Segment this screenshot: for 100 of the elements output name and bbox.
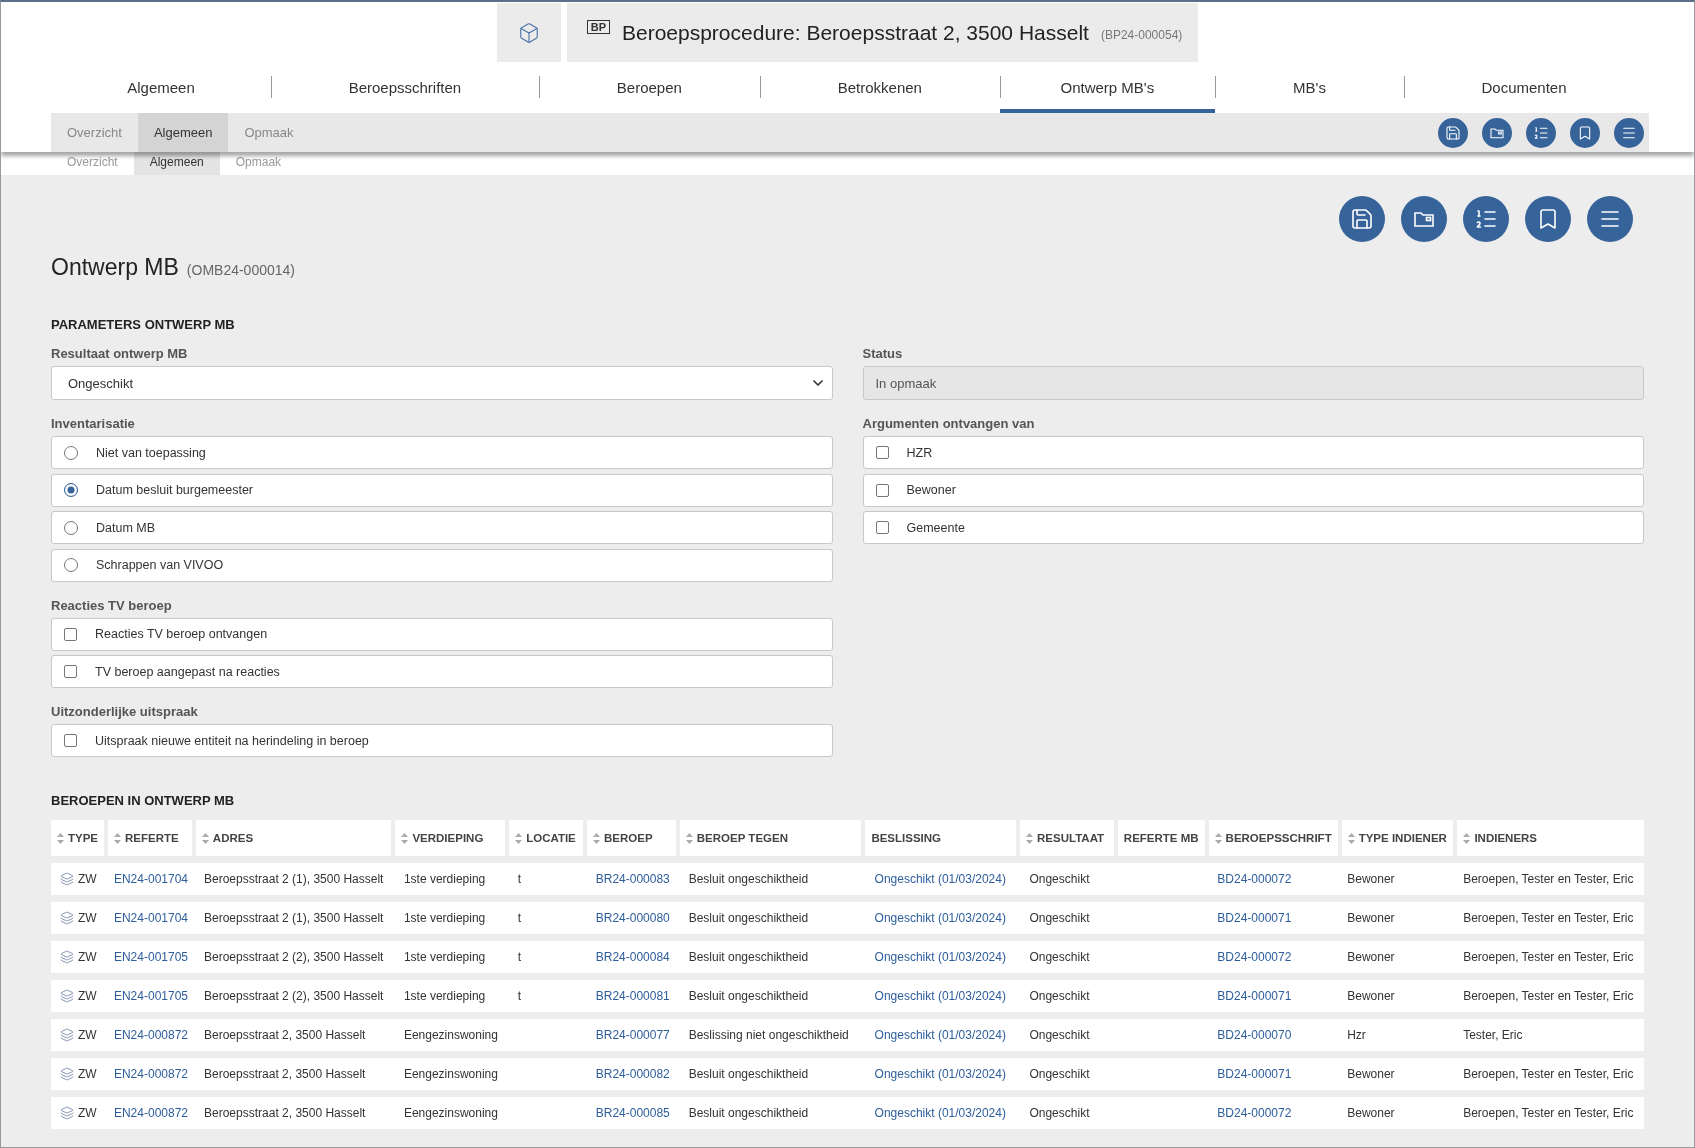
table-link[interactable]: EN24-000872: [113, 1028, 188, 1042]
sort-icon: [685, 832, 693, 844]
table-link[interactable]: BD24-000070: [1217, 1028, 1292, 1042]
column-header[interactable]: ADRES: [195, 820, 392, 856]
nav-tab[interactable]: Betrokkenen: [759, 62, 1000, 113]
radio-button[interactable]: [64, 483, 78, 497]
nav-tab[interactable]: MB's: [1214, 62, 1405, 113]
checkbox[interactable]: [875, 521, 889, 534]
numbered-list-button[interactable]: [1463, 196, 1509, 242]
checkbox[interactable]: [64, 665, 77, 678]
field-label: Resultaat ontwerp MB: [51, 346, 189, 361]
field-label: Argumenten ontvangen van: [862, 416, 1036, 431]
table-link[interactable]: EN24-001705: [113, 950, 188, 964]
checkbox-option[interactable]: Reacties TV beroep ontvangen: [51, 617, 833, 651]
table-link[interactable]: Ongeschikt (01/03/2024): [874, 950, 1006, 964]
table-link[interactable]: BR24-000082: [595, 1067, 670, 1081]
menu-button[interactable]: [1587, 196, 1633, 242]
table-cell-text: Besluit ongeschiktheid: [687, 1067, 810, 1081]
checkbox[interactable]: [64, 627, 77, 641]
sub-tab[interactable]: Algemeen: [133, 152, 220, 175]
table-link[interactable]: EN24-001704: [113, 911, 188, 925]
checkbox-option[interactable]: TV beroep aangepast na reacties: [51, 655, 833, 688]
table-link[interactable]: Ongeschikt (01/03/2024): [874, 1106, 1006, 1120]
radio-option[interactable]: Datum besluit burgemeester: [51, 473, 833, 507]
table-cell-text: Beroepsstraat 2 (1), 3500 Hasselt: [203, 872, 385, 886]
table-link[interactable]: Ongeschikt (01/03/2024): [874, 911, 1006, 925]
checkbox[interactable]: [875, 446, 889, 459]
sort-icon: [201, 832, 209, 844]
checkbox[interactable]: [64, 734, 77, 747]
table-link[interactable]: BR24-000084: [595, 950, 670, 964]
radio-option[interactable]: Schrappen van VIVOO: [51, 548, 833, 582]
nav-tab[interactable]: Algemeen: [51, 62, 272, 113]
column-header[interactable]: TYPE INDIENER: [1341, 820, 1454, 856]
table-cell-text: Bewoner: [1346, 872, 1396, 886]
table-link[interactable]: BR24-000085: [595, 1106, 670, 1120]
table-link[interactable]: BD24-000071: [1217, 1067, 1292, 1081]
checkbox[interactable]: [875, 483, 889, 497]
column-header[interactable]: TYPE: [51, 820, 105, 856]
field-label: Reacties TV beroep: [51, 597, 173, 613]
table-cell-text: Bewoner: [1346, 911, 1396, 925]
column-header[interactable]: REFERTE: [108, 820, 192, 856]
layers-icon: [60, 1106, 74, 1120]
table-cell-text: Beroepen, Tester en Tester, Eric: [1462, 989, 1635, 1003]
checkbox-option[interactable]: Uitspraak nieuwe entiteit na herindeling in beroep: [51, 724, 833, 757]
radio-option[interactable]: Niet van toepassing: [51, 436, 833, 469]
nav-tab[interactable]: Beroepen: [538, 62, 760, 113]
radio-button[interactable]: [64, 445, 78, 460]
nav-tab[interactable]: Beroepsschriften: [271, 62, 539, 113]
page-title: Ontwerp MB: [51, 254, 179, 281]
sort-icon: [114, 832, 122, 844]
table-cell-text: 1ste verdieping: [402, 989, 487, 1003]
table-link[interactable]: BR24-000083: [595, 872, 670, 886]
sort-icon: [1463, 832, 1471, 844]
table-link[interactable]: Ongeschikt (01/03/2024): [874, 1067, 1006, 1081]
table-link[interactable]: BD24-000072: [1217, 872, 1292, 886]
table-link[interactable]: EN24-001704: [113, 872, 188, 886]
table-cell-text: Ongeschikt: [1028, 872, 1091, 886]
table-link[interactable]: EN24-000872: [113, 1106, 188, 1120]
save-button[interactable]: [1339, 196, 1385, 242]
nav-tab[interactable]: Documenten: [1404, 62, 1644, 113]
bookmark-button[interactable]: [1525, 196, 1571, 242]
sort-icon: [1347, 832, 1355, 844]
numbered-list-button[interactable]: [1526, 117, 1556, 148]
table-link[interactable]: Ongeschikt (01/03/2024): [874, 872, 1006, 886]
save-button[interactable]: [1438, 117, 1468, 148]
column-header[interactable]: INDIENERS: [1457, 820, 1644, 856]
table-link[interactable]: BD24-000072: [1217, 1106, 1292, 1120]
table-link[interactable]: BD24-000071: [1217, 911, 1292, 925]
table-link[interactable]: BD24-000071: [1217, 989, 1292, 1003]
checkbox-option[interactable]: HZR: [862, 436, 1644, 469]
table-link[interactable]: BR24-000077: [595, 1028, 670, 1042]
column-header[interactable]: RESULTAAT: [1020, 820, 1114, 856]
table-link[interactable]: EN24-001705: [113, 989, 188, 1003]
table-link[interactable]: EN24-000872: [113, 1067, 188, 1081]
checkbox-option[interactable]: Bewoner: [862, 473, 1644, 507]
table-link[interactable]: Ongeschikt (01/03/2024): [874, 989, 1006, 1003]
sub-tab[interactable]: Algemeen: [137, 113, 229, 152]
checkbox-option[interactable]: Gemeente: [862, 511, 1644, 544]
folder-button[interactable]: [1401, 196, 1447, 242]
menu-button[interactable]: [1614, 117, 1644, 148]
select-field[interactable]: Ongeschikt: [51, 366, 833, 400]
table-link[interactable]: BD24-000072: [1217, 950, 1292, 964]
radio-button[interactable]: [64, 558, 78, 572]
column-header[interactable]: BEROEPSSCHRIFT: [1208, 820, 1338, 856]
column-header[interactable]: VERDIEPING: [395, 820, 506, 856]
bookmark-button[interactable]: [1570, 117, 1600, 148]
radio-button[interactable]: [64, 520, 78, 535]
column-header[interactable]: BEROEP: [587, 820, 676, 856]
table-link[interactable]: BR24-000081: [595, 989, 670, 1003]
section-title: PARAMETERS ONTWERP MB: [51, 317, 236, 332]
table-link[interactable]: BR24-000080: [595, 911, 670, 925]
table-cell-text: Tester, Eric: [1462, 1028, 1524, 1042]
table-link[interactable]: Ongeschikt (01/03/2024): [874, 1028, 1006, 1042]
table-cell-text: 1ste verdieping: [402, 872, 487, 886]
column-header[interactable]: LOCATIE: [509, 820, 583, 856]
radio-option[interactable]: Datum MB: [51, 511, 833, 544]
table-cell-text: Beroepsstraat 2, 3500 Hasselt: [203, 1106, 367, 1120]
table-cell-text: Besluit ongeschiktheid: [687, 1106, 810, 1120]
column-header[interactable]: BEROEP TEGEN: [679, 820, 862, 856]
folder-button[interactable]: [1482, 117, 1512, 148]
